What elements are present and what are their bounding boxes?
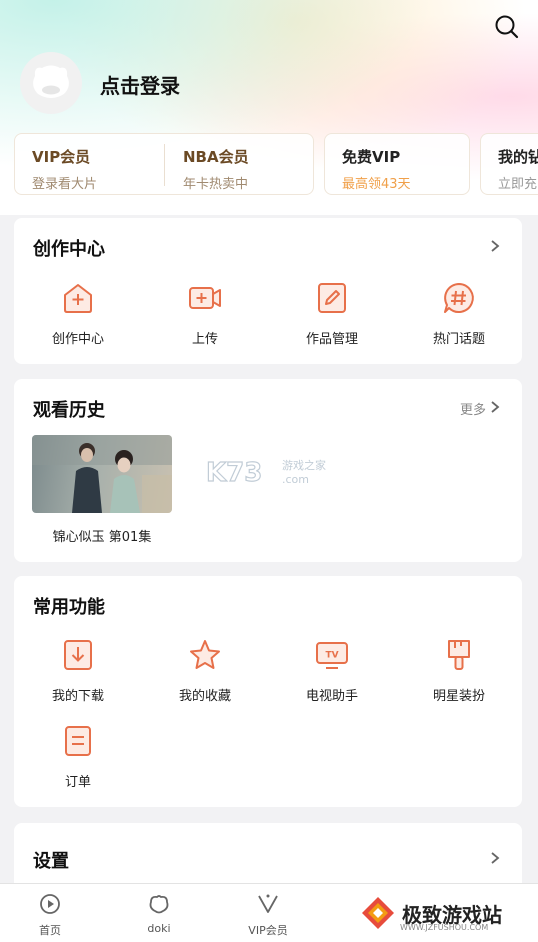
chevron-right-icon[interactable] <box>488 400 502 414</box>
svg-text:游戏之家: 游戏之家 <box>282 458 326 472</box>
my-diamond-subtitle: 立即充 <box>498 177 538 192</box>
vip-card-subtitle: 登录看大片 <box>32 177 98 192</box>
home-play-icon <box>40 894 60 914</box>
brand-logo-icon <box>362 897 394 929</box>
common-functions-title: 常用功能 <box>33 597 105 618</box>
works-management-label: 作品管理 <box>305 332 358 347</box>
common-functions-card: 常用功能 我的下载 我的收藏 TV 电视助手 明星装扮 订单 <box>14 576 522 807</box>
orders-item[interactable]: 订单 <box>23 723 133 790</box>
star-icon <box>190 640 220 669</box>
order-list-icon <box>65 726 91 756</box>
works-management-item[interactable]: 作品管理 <box>277 280 387 347</box>
vip-card-title: VIP会员 <box>32 148 91 166</box>
download-icon <box>64 640 92 670</box>
vip-v-icon <box>258 894 278 913</box>
my-diamond-title: 我的钻 <box>498 148 538 166</box>
video-camera-plus-icon <box>189 287 221 309</box>
nav-doki[interactable]: doki <box>124 892 194 935</box>
tv-icon: TV <box>316 642 348 669</box>
home-plus-icon <box>64 284 92 313</box>
downloads-item[interactable]: 我的下载 <box>23 637 133 704</box>
svg-text:K73: K73 <box>206 458 262 488</box>
free-vip-title: 免费VIP <box>342 148 401 166</box>
downloads-label: 我的下载 <box>51 689 104 704</box>
k73-watermark: K73 游戏之家 .com <box>205 455 346 493</box>
nba-card-subtitle: 年卡热卖中 <box>183 177 249 192</box>
brand-url: WWW.JZFUSHOU.COM <box>400 923 489 932</box>
nav-vip[interactable]: VIP会员 <box>233 892 303 938</box>
tv-assistant-label: 电视助手 <box>305 689 358 704</box>
nav-vip-label: VIP会员 <box>248 924 288 937</box>
thumbnail-image <box>32 435 172 513</box>
creation-center-card: 创作中心 创作中心 上传 作品管理 热门话题 <box>14 218 522 364</box>
video-title[interactable]: 锦心似玉 第01集 <box>32 526 172 545</box>
k73-logo: K73 游戏之家 .com <box>205 457 326 488</box>
chevron-right-icon[interactable] <box>488 851 502 865</box>
creation-center-title[interactable]: 创作中心 <box>33 235 105 261</box>
nav-home-label: 首页 <box>39 924 61 937</box>
hashtag-chat-icon <box>444 283 474 313</box>
doki-icon <box>149 895 169 914</box>
orders-label: 订单 <box>64 775 91 790</box>
creation-item-label: 创作中心 <box>51 332 104 347</box>
nav-home[interactable]: 首页 <box>15 892 85 938</box>
more-link[interactable]: 更多 <box>460 399 486 418</box>
upload-item-label: 上传 <box>191 332 218 347</box>
free-vip-card[interactable]: 免费VIP 最高领43天 <box>324 133 470 195</box>
brush-icon <box>448 640 470 670</box>
search-icon[interactable] <box>494 14 520 40</box>
edit-pencil-icon <box>318 283 346 313</box>
settings-title: 设置 <box>33 851 69 872</box>
nba-card-title: NBA会员 <box>183 148 249 166</box>
svg-text:.com: .com <box>282 473 309 486</box>
login-link[interactable]: 点击登录 <box>100 70 180 99</box>
chevron-right-icon[interactable] <box>488 239 502 253</box>
hot-topics-item[interactable]: 热门话题 <box>404 280 514 347</box>
favorites-item[interactable]: 我的收藏 <box>150 637 260 704</box>
svg-text:TV: TV <box>325 651 338 661</box>
star-dressup-label: 明星装扮 <box>432 689 485 704</box>
hot-topics-label: 热门话题 <box>432 332 485 347</box>
watch-history-card: 观看历史 更多 锦心似玉 第01集 K73 游戏之家 .com <box>14 379 522 562</box>
vip-card-row: VIP会员 登录看大片 NBA会员 年卡热卖中 免费VIP 最高领43天 我的钻… <box>14 133 538 195</box>
tv-assistant-item[interactable]: TV 电视助手 <box>277 637 387 704</box>
creation-center-item[interactable]: 创作中心 <box>23 280 133 347</box>
vip-card-divider <box>164 144 165 186</box>
avatar[interactable] <box>20 52 82 114</box>
my-diamond-card[interactable]: 我的钻 立即充 <box>480 133 538 195</box>
default-avatar-icon <box>33 65 69 98</box>
star-dressup-item[interactable]: 明星装扮 <box>404 637 514 704</box>
free-vip-subtitle: 最高领43天 <box>342 177 411 192</box>
upload-item[interactable]: 上传 <box>150 280 260 347</box>
nav-doki-label: doki <box>147 922 171 935</box>
favorites-label: 我的收藏 <box>178 689 231 704</box>
video-thumbnail[interactable] <box>32 435 172 513</box>
vip-membership-card[interactable]: VIP会员 登录看大片 NBA会员 年卡热卖中 <box>14 133 314 195</box>
watch-history-title: 观看历史 <box>33 400 105 421</box>
